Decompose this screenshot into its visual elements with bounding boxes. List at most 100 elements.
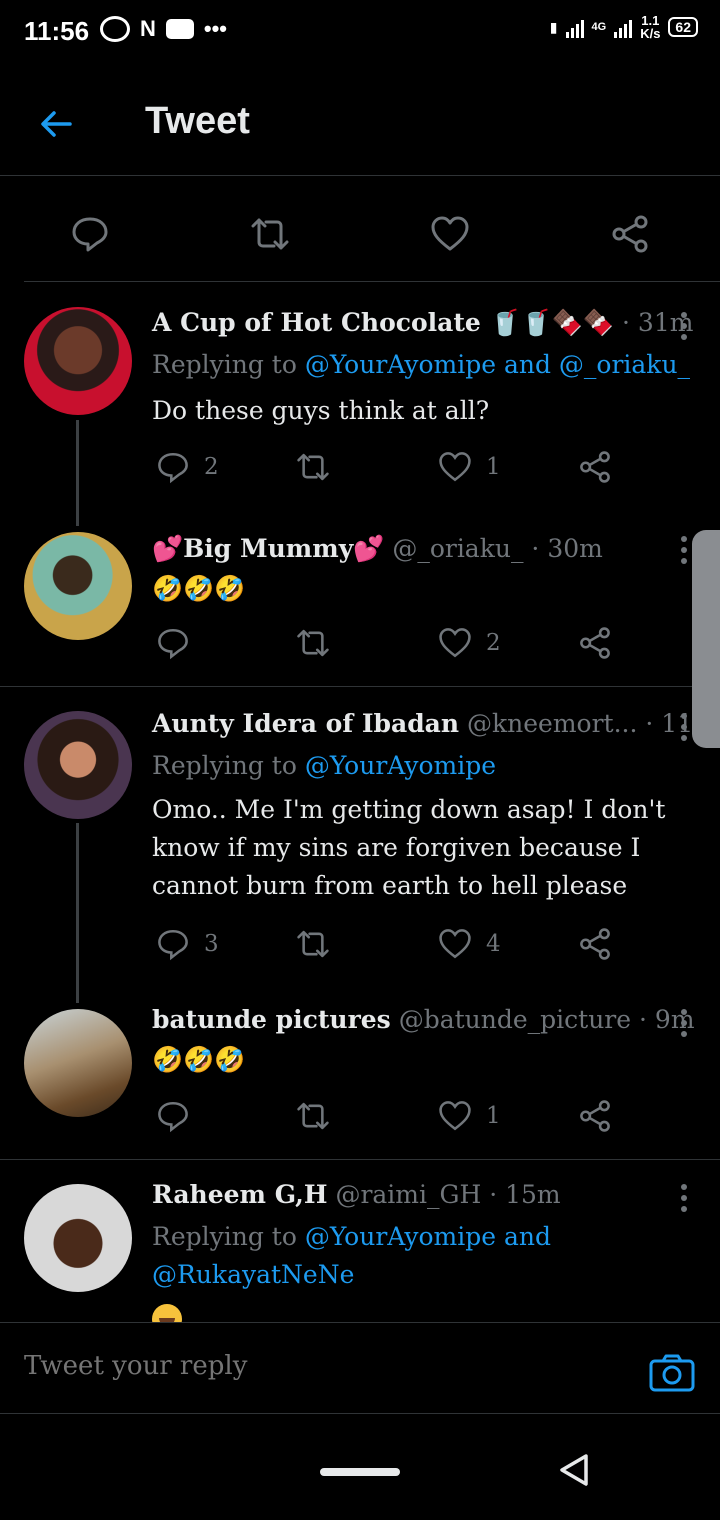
avatar[interactable]	[24, 1009, 132, 1117]
avatar[interactable]	[24, 532, 132, 640]
signal-icon-2	[614, 16, 633, 38]
status-time: 11:56	[24, 16, 90, 46]
reply-input[interactable]	[24, 1351, 584, 1381]
retweet-button[interactable]	[296, 1099, 330, 1133]
retweet-button[interactable]	[296, 626, 330, 660]
n-app-icon: N	[140, 16, 156, 41]
display-name[interactable]: A Cup of Hot Chocolate 🥤🥤🍫🍫	[152, 308, 614, 337]
like-button[interactable]: 2	[438, 626, 501, 660]
nav-back-icon[interactable]	[554, 1450, 594, 1490]
notification-icons: N •••	[100, 16, 227, 42]
reply-tweet[interactable]: Aunty Idera of Ibadan @kneemort... · 11m…	[0, 687, 720, 1003]
more-options-icon[interactable]	[678, 711, 690, 741]
user-handle[interactable]: @batunde_picture	[399, 1005, 631, 1034]
display-name[interactable]: Raheem G,H	[152, 1180, 327, 1209]
like-button[interactable]: 1	[438, 1099, 501, 1133]
retweet-button[interactable]	[296, 927, 330, 961]
like-icon	[439, 929, 471, 959]
share-button[interactable]	[578, 626, 612, 660]
separator-dot: ·	[645, 709, 654, 738]
retweet-icon	[297, 629, 329, 657]
more-notifications-icon: •••	[203, 16, 227, 41]
reply-tweet[interactable]: 💕Big Mummy💕 @_oriaku_ · 30m 🤣🤣🤣 2	[0, 526, 720, 686]
timestamp: 15m	[505, 1180, 561, 1209]
reply-icon	[158, 1101, 188, 1133]
more-options-icon[interactable]	[678, 310, 690, 340]
share-button[interactable]	[578, 1099, 612, 1133]
mention-link[interactable]: @YourAyomipe and	[305, 1222, 551, 1251]
tweet-actions: 2	[152, 626, 622, 666]
reply-tweet[interactable]: Raheem G,H @raimi_GH · 15m Replying to @…	[0, 1160, 720, 1322]
more-options-icon[interactable]	[678, 1007, 690, 1037]
avatar[interactable]	[24, 307, 132, 415]
like-count: 2	[486, 630, 501, 656]
retweet-button[interactable]	[296, 450, 330, 484]
signal-icon	[565, 16, 584, 38]
youtube-icon	[165, 19, 194, 39]
like-icon[interactable]	[430, 214, 470, 254]
network-type: 4G	[591, 21, 607, 33]
retweet-icon	[297, 453, 329, 481]
share-icon[interactable]	[610, 214, 650, 254]
display-name[interactable]: 💕Big Mummy💕	[152, 534, 384, 563]
display-name[interactable]: Aunty Idera of Ibadan	[152, 709, 459, 738]
page-title: Tweet	[145, 100, 250, 142]
home-gesture-bar[interactable]	[320, 1468, 400, 1476]
user-handle[interactable]: @_oriaku_	[392, 534, 523, 563]
user-handle[interactable]: @raimi_GH	[335, 1180, 481, 1209]
share-icon	[580, 451, 610, 483]
replying-to: Replying to @YourAyomipe and @_oriaku_	[152, 346, 690, 384]
like-button[interactable]: 4	[438, 927, 501, 961]
display-name[interactable]: batunde pictures	[152, 1005, 391, 1034]
top-app-bar: Tweet	[0, 66, 720, 176]
timestamp: 30m	[547, 534, 603, 563]
mention-link[interactable]: @YourAyomipe	[305, 751, 496, 780]
reply-icon[interactable]	[70, 214, 110, 254]
more-options-icon[interactable]	[678, 1182, 690, 1212]
reply-icon	[158, 929, 188, 961]
reply-button[interactable]: 2	[156, 450, 219, 484]
like-icon	[439, 628, 471, 658]
separator-dot: ·	[622, 308, 630, 337]
separator-dot: ·	[639, 1005, 647, 1034]
avatar[interactable]	[24, 711, 132, 819]
share-button[interactable]	[578, 450, 612, 484]
replying-to: Replying to @YourAyomipe and @RukayatNeN…	[152, 1218, 551, 1294]
tweet-actions: 3 4	[152, 927, 622, 967]
reply-button[interactable]	[156, 1099, 190, 1133]
mention-link[interactable]: @RukayatNeNe	[152, 1260, 354, 1289]
speed-unit: K/s	[640, 26, 661, 41]
retweet-icon[interactable]	[250, 214, 290, 254]
camera-icon[interactable]	[648, 1353, 696, 1393]
reply-header: batunde pictures @batunde_picture · 9m	[152, 1005, 695, 1034]
main-tweet-actions	[24, 176, 720, 282]
reply-composer	[0, 1322, 720, 1414]
back-arrow-icon[interactable]	[36, 104, 76, 144]
reply-button[interactable]: 3	[156, 927, 219, 961]
reply-header: A Cup of Hot Chocolate 🥤🥤🍫🍫 · 31m	[152, 308, 693, 338]
reply-button[interactable]	[156, 626, 190, 660]
user-handle[interactable]: @kneemort...	[467, 709, 637, 738]
reply-tweet[interactable]: batunde pictures @batunde_picture · 9m 🤣…	[0, 1003, 720, 1159]
separator-dot: ·	[531, 534, 540, 563]
share-button[interactable]	[578, 927, 612, 961]
replying-prefix: Replying to	[152, 350, 297, 379]
system-nav-bar	[0, 1414, 720, 1520]
tweet-text: 🤣🤣🤣	[152, 574, 246, 603]
network-speed: 1.1 K/s	[640, 14, 660, 40]
reply-tweet[interactable]: A Cup of Hot Chocolate 🥤🥤🍫🍫 · 31m Replyi…	[0, 282, 720, 526]
reply-header: Aunty Idera of Ibadan @kneemort... · 11m	[152, 709, 717, 738]
avatar[interactable]	[24, 1184, 132, 1292]
like-count: 1	[486, 454, 501, 480]
whatsapp-icon	[100, 16, 130, 42]
more-options-icon[interactable]	[678, 534, 690, 564]
scrollbar-thumb[interactable]	[692, 530, 720, 748]
vibrate-icon: ▮	[549, 18, 558, 35]
replying-to: Replying to @YourAyomipe	[152, 747, 496, 785]
reply-icon	[158, 628, 188, 660]
retweet-icon	[297, 930, 329, 958]
mention-link[interactable]: @YourAyomipe and @_oriaku_	[305, 350, 690, 379]
tweet-text: Omo.. Me I'm getting down asap! I don't …	[152, 795, 666, 900]
like-button[interactable]: 1	[438, 450, 501, 484]
reply-icon	[158, 452, 188, 484]
